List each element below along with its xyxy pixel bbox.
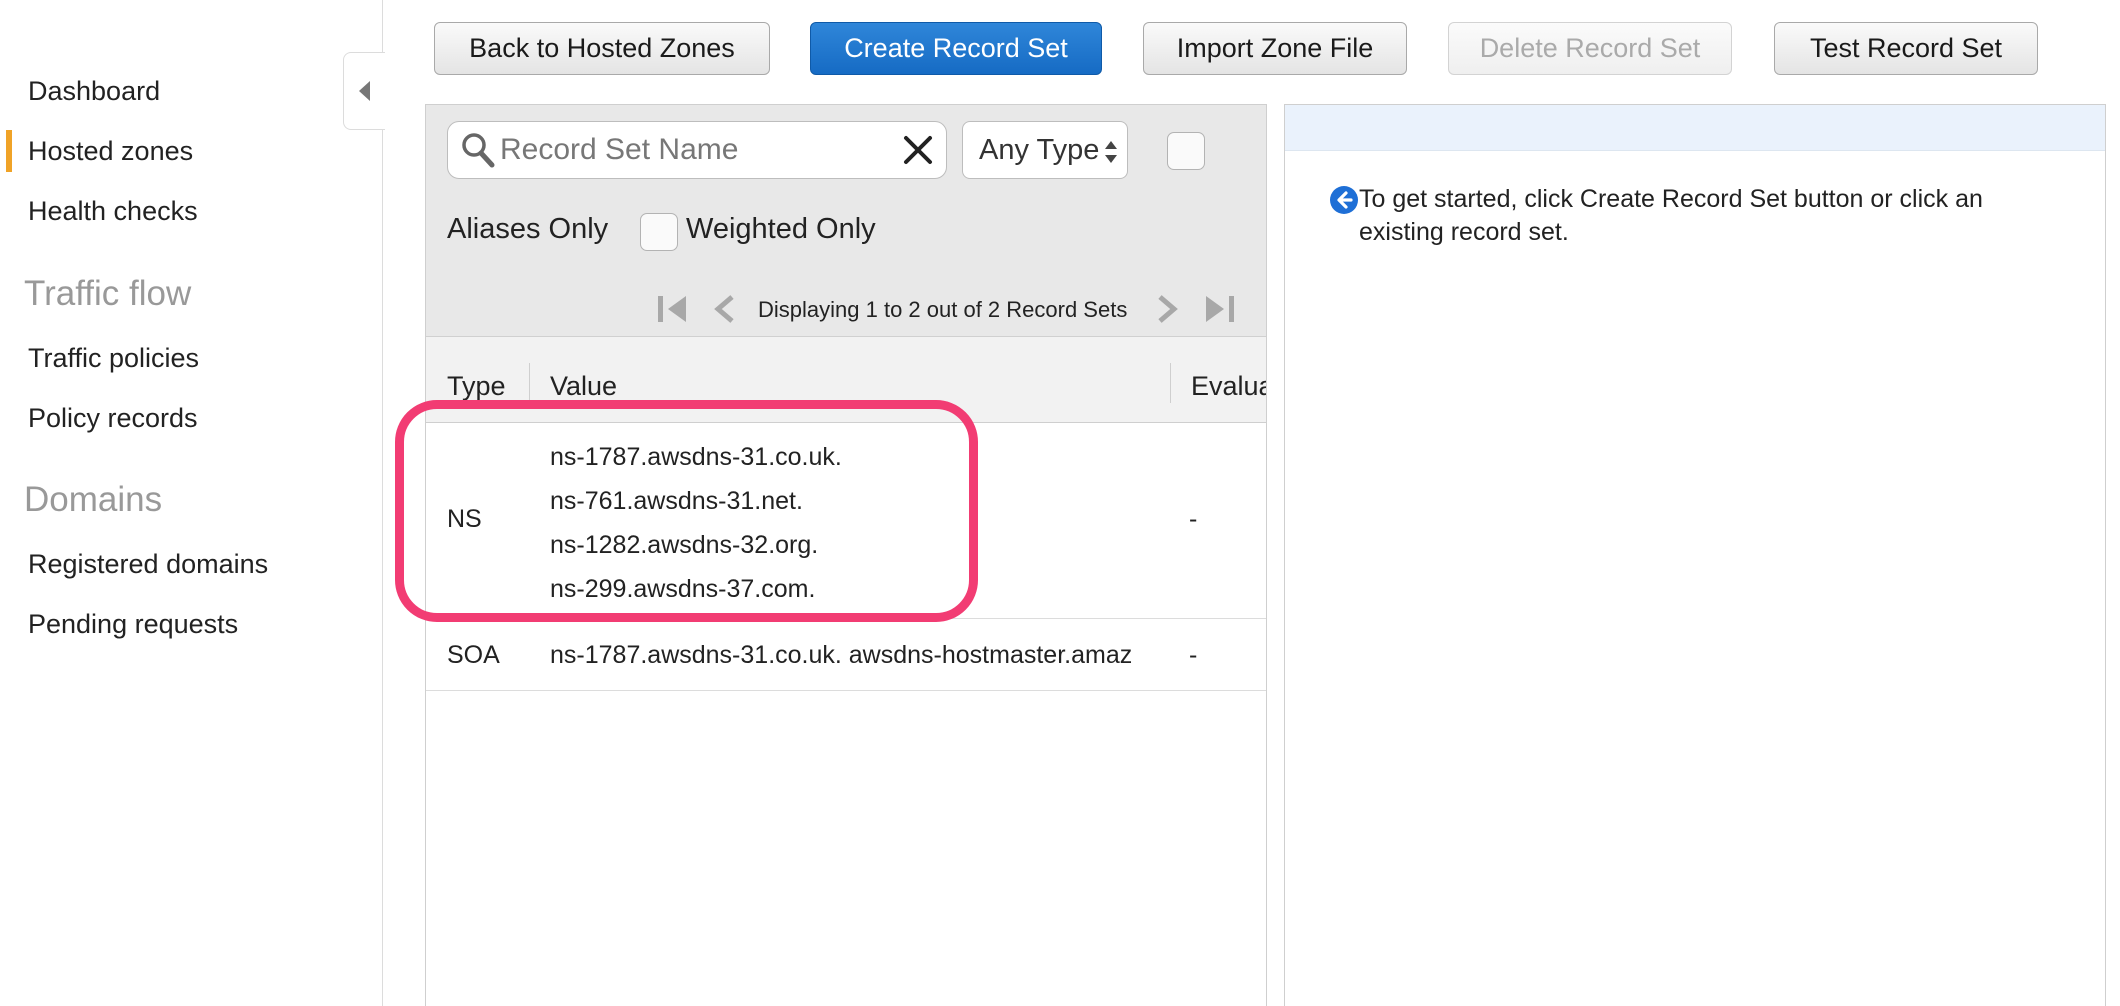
- clear-search-icon[interactable]: [900, 132, 936, 168]
- previous-page-icon[interactable]: [706, 293, 746, 325]
- column-divider[interactable]: [1170, 363, 1171, 403]
- weighted-only-label: Weighted Only: [686, 213, 876, 245]
- sidebar-collapse-button[interactable]: [343, 52, 385, 130]
- record-value-cell: ns-1787.awsdns-31.co.uk.: [550, 443, 842, 471]
- search-icon: [462, 133, 495, 168]
- sidebar-item-dashboard[interactable]: Dashboard: [28, 76, 160, 107]
- record-value-cell: ns-1787.awsdns-31.co.uk. awsdns-hostmast…: [550, 641, 1133, 669]
- create-record-set-button[interactable]: Create Record Set: [810, 22, 1102, 75]
- column-header-evaluate[interactable]: Evalua: [1191, 371, 1266, 402]
- test-record-set-button[interactable]: Test Record Set: [1774, 22, 2038, 75]
- sidebar-item-policy-records[interactable]: Policy records: [28, 403, 198, 434]
- select-arrows-icon: [1105, 141, 1117, 163]
- sidebar-section-domains: Domains: [24, 480, 163, 519]
- sidebar-item-traffic-policies[interactable]: Traffic policies: [28, 343, 199, 374]
- delete-record-set-button: Delete Record Set: [1448, 22, 1732, 75]
- column-header-value[interactable]: Value: [550, 371, 617, 402]
- table-row[interactable]: SOA ns-1787.awsdns-31.co.uk. awsdns-host…: [426, 619, 1266, 691]
- sidebar-section-traffic-flow: Traffic flow: [24, 274, 192, 313]
- grid-header: Type Value Evalua: [426, 337, 1266, 423]
- record-value-cell: ns-1282.awsdns-32.org.: [550, 531, 819, 559]
- record-set-list-panel: Any Type Aliases Only Weighted Only Disp…: [425, 104, 1267, 1006]
- back-to-hosted-zones-button[interactable]: Back to Hosted Zones: [434, 22, 770, 75]
- aliases-only-checkbox[interactable]: [640, 213, 678, 251]
- record-type-cell: SOA: [447, 641, 500, 669]
- last-page-icon[interactable]: [1198, 293, 1238, 325]
- sidebar-item-hosted-zones[interactable]: Hosted zones: [5, 130, 193, 172]
- next-page-icon[interactable]: [1146, 293, 1186, 325]
- sidebar-item-pending-requests[interactable]: Pending requests: [28, 609, 238, 640]
- arrow-left-circle-icon: [1330, 186, 1358, 214]
- sidebar-item-registered-domains[interactable]: Registered domains: [28, 549, 268, 580]
- filter-area: Any Type Aliases Only Weighted Only Disp…: [426, 105, 1266, 337]
- column-divider[interactable]: [529, 363, 530, 403]
- record-evaluate-cell: -: [1189, 505, 1198, 533]
- search-box: [447, 121, 947, 179]
- select-all-checkbox[interactable]: [1167, 132, 1205, 170]
- getting-started-message: To get started, click Create Record Set …: [1359, 185, 1983, 246]
- table-row[interactable]: NS ns-1787.awsdns-31.co.uk. ns-761.awsdn…: [426, 423, 1266, 619]
- first-page-icon[interactable]: [654, 293, 694, 325]
- record-evaluate-cell: -: [1189, 641, 1198, 669]
- aliases-only-label: Aliases Only: [447, 213, 609, 245]
- record-set-detail-panel: To get started, click Create Record Set …: [1284, 104, 2106, 1006]
- detail-panel-header: [1285, 105, 2105, 151]
- record-value-cell: ns-299.awsdns-37.com.: [550, 575, 816, 603]
- record-type-select-value: Any Type: [979, 133, 1100, 166]
- search-input[interactable]: [500, 130, 880, 170]
- chevron-left-icon: [359, 81, 370, 101]
- record-type-cell: NS: [447, 505, 482, 533]
- sidebar-item-health-checks[interactable]: Health checks: [28, 196, 198, 227]
- pagination-text: Displaying 1 to 2 out of 2 Record Sets: [758, 297, 1128, 322]
- record-type-select[interactable]: Any Type: [962, 121, 1128, 179]
- import-zone-file-button[interactable]: Import Zone File: [1143, 22, 1407, 75]
- sidebar: Dashboard Hosted zones Health checks Tra…: [0, 0, 383, 1006]
- column-header-type[interactable]: Type: [447, 371, 506, 402]
- record-value-cell: ns-761.awsdns-31.net.: [550, 487, 803, 515]
